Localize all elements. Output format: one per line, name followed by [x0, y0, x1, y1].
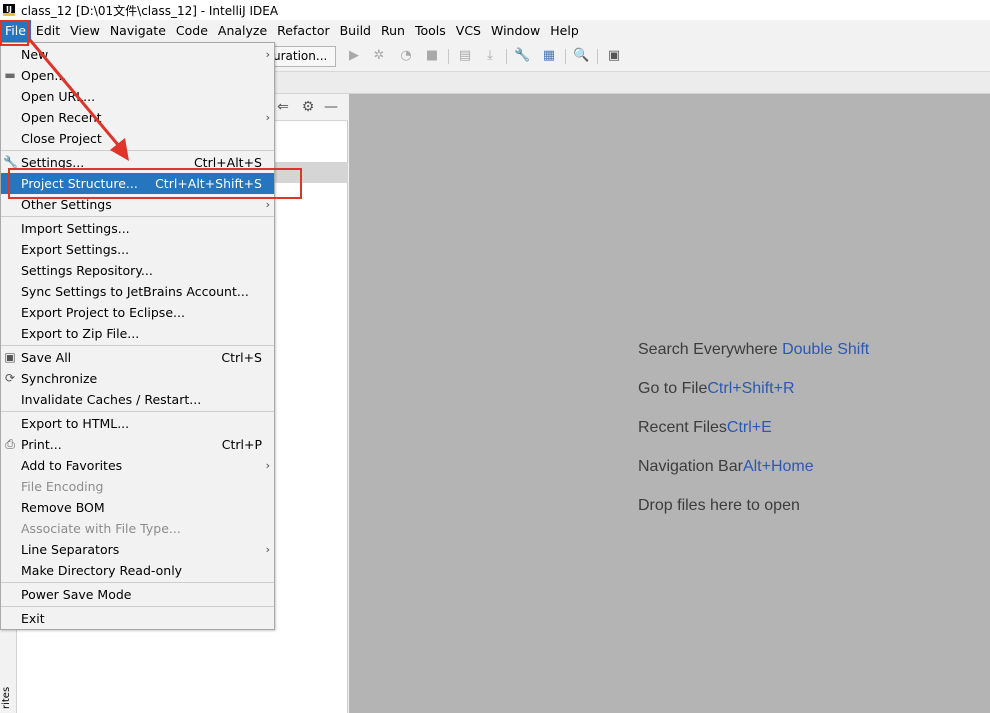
menu-separator: [1, 606, 274, 607]
wrench-icon: 🔧: [3, 155, 18, 169]
wrench-icon[interactable]: 🔧: [514, 48, 530, 64]
hint-navigation-bar: Navigation BarAlt+Home: [638, 458, 814, 475]
project-structure-icon[interactable]: ▦: [541, 48, 557, 64]
menu-item-close-project[interactable]: Close Project: [1, 128, 274, 149]
shortcut-label: Ctrl+S: [221, 350, 262, 365]
window-title: class_12 [D:\01文件\class_12] - IntelliJ I…: [21, 3, 279, 18]
menu-separator: [1, 582, 274, 583]
menu-item-open-url[interactable]: Open URL...: [1, 86, 274, 107]
annotation-box-project-structure: [8, 168, 302, 199]
hint-search-everywhere: Search Everywhere Double Shift: [638, 341, 870, 358]
submenu-arrow-icon: ›: [265, 543, 270, 556]
annotation-box-file-menu: [0, 20, 29, 46]
menu-item-power-save-mode[interactable]: Power Save Mode: [1, 584, 274, 605]
menu-separator: [1, 150, 274, 151]
favorites-tool-tab[interactable]: rites: [1, 687, 15, 709]
menu-code[interactable]: Code: [171, 20, 213, 42]
menu-navigate[interactable]: Navigate: [105, 20, 171, 42]
menu-separator: [1, 216, 274, 217]
menu-item-file-encoding: File Encoding: [21, 479, 104, 494]
menu-tools[interactable]: Tools: [410, 20, 451, 42]
submenu-arrow-icon: ›: [265, 48, 270, 61]
menu-item-exit[interactable]: Exit: [1, 608, 274, 629]
debug-icon[interactable]: ✲: [371, 48, 387, 64]
menu-item-open[interactable]: ▬ Open...: [1, 65, 274, 86]
sync-icon: ⟳: [4, 371, 16, 385]
plugins-icon[interactable]: ▣: [606, 48, 622, 64]
menu-analyze[interactable]: Analyze: [213, 20, 272, 42]
gear-icon[interactable]: ⚙: [300, 99, 316, 115]
menu-item-export-to-zip[interactable]: Export to Zip File...: [1, 323, 274, 344]
menu-item-export-settings[interactable]: Export Settings...: [1, 239, 274, 260]
menu-view[interactable]: View: [65, 20, 105, 42]
hint-go-to-file: Go to FileCtrl+Shift+R: [638, 380, 795, 397]
menu-item-open-recent[interactable]: Open Recent ›: [1, 107, 274, 128]
hint-recent-files: Recent FilesCtrl+E: [638, 419, 772, 436]
menu-item-associate-file-type: Associate with File Type...: [21, 521, 181, 536]
menu-build[interactable]: Build: [335, 20, 376, 42]
menu-separator: [1, 411, 274, 412]
menu-window[interactable]: Window: [486, 20, 545, 42]
menu-vcs[interactable]: VCS: [451, 20, 486, 42]
stop-icon[interactable]: ■: [424, 48, 440, 64]
submenu-arrow-icon: ›: [265, 111, 270, 124]
print-icon: ⎙: [5, 437, 15, 451]
menu-item-save-all[interactable]: ▣ Save All Ctrl+S: [1, 347, 274, 368]
hint-drop-files: Drop files here to open: [638, 497, 800, 514]
search-icon[interactable]: 🔍: [573, 48, 589, 64]
menu-refactor[interactable]: Refactor: [272, 20, 334, 42]
menu-item-export-to-eclipse[interactable]: Export Project to Eclipse...: [1, 302, 274, 323]
menu-item-remove-bom[interactable]: Remove BOM: [1, 497, 274, 518]
menu-help[interactable]: Help: [545, 20, 584, 42]
file-menu-dropdown: New › ▬ Open... Open URL... Open Recent › …: [0, 42, 275, 630]
menu-item-invalidate-caches[interactable]: Invalidate Caches / Restart...: [1, 389, 274, 410]
toolbar-separator: [565, 49, 566, 64]
title-bar: IJ class_12 [D:\01文件\class_12] - Intelli…: [0, 0, 990, 20]
menu-edit[interactable]: Edit: [31, 20, 65, 42]
hint-shortcut: Alt+Home: [742, 458, 814, 475]
intellij-app-icon: IJ: [3, 4, 15, 16]
run-configuration-dropdown[interactable]: uration...: [268, 46, 336, 67]
menu-item-settings-repository[interactable]: Settings Repository...: [1, 260, 274, 281]
toolbar-separator: [597, 49, 598, 64]
editor-empty-area: Search Everywhere Double Shift Go to Fil…: [349, 94, 990, 713]
submenu-arrow-icon: ›: [265, 459, 270, 472]
hint-shortcut: Double Shift: [782, 341, 870, 358]
folder-icon: ▬: [4, 68, 16, 82]
hint-shortcut: Ctrl+E: [726, 419, 772, 436]
build-icon[interactable]: ▤: [457, 48, 473, 64]
collapse-icon[interactable]: ⇐: [275, 99, 291, 115]
menu-item-sync-settings[interactable]: Sync Settings to JetBrains Account...: [1, 281, 274, 302]
menu-bar: File Edit View Navigate Code Analyze Ref…: [0, 20, 990, 42]
menu-item-import-settings[interactable]: Import Settings...: [1, 218, 274, 239]
menu-item-new[interactable]: New ›: [1, 44, 274, 65]
menu-separator: [1, 345, 274, 346]
hide-icon[interactable]: —: [323, 99, 339, 115]
menu-item-line-separators[interactable]: Line Separators ›: [1, 539, 274, 560]
menu-item-add-to-favorites[interactable]: Add to Favorites ›: [1, 455, 274, 476]
vcs-update-icon[interactable]: ⤓: [482, 48, 498, 64]
toolbar-separator: [448, 49, 449, 64]
menu-item-print[interactable]: ⎙ Print... Ctrl+P: [1, 434, 274, 455]
menu-item-export-to-html[interactable]: Export to HTML...: [1, 413, 274, 434]
menu-item-synchronize[interactable]: ⟳ Synchronize: [1, 368, 274, 389]
run-icon[interactable]: ▶: [346, 48, 362, 64]
ide-window: IJ class_12 [D:\01文件\class_12] - Intelli…: [0, 0, 990, 713]
toolbar-separator: [506, 49, 507, 64]
menu-item-make-read-only[interactable]: Make Directory Read-only: [1, 560, 274, 581]
menu-run[interactable]: Run: [376, 20, 410, 42]
shortcut-label: Ctrl+P: [221, 437, 262, 452]
hint-shortcut: Ctrl+Shift+R: [707, 380, 795, 397]
coverage-icon[interactable]: ◔: [398, 48, 414, 64]
save-icon: ▣: [4, 350, 16, 364]
